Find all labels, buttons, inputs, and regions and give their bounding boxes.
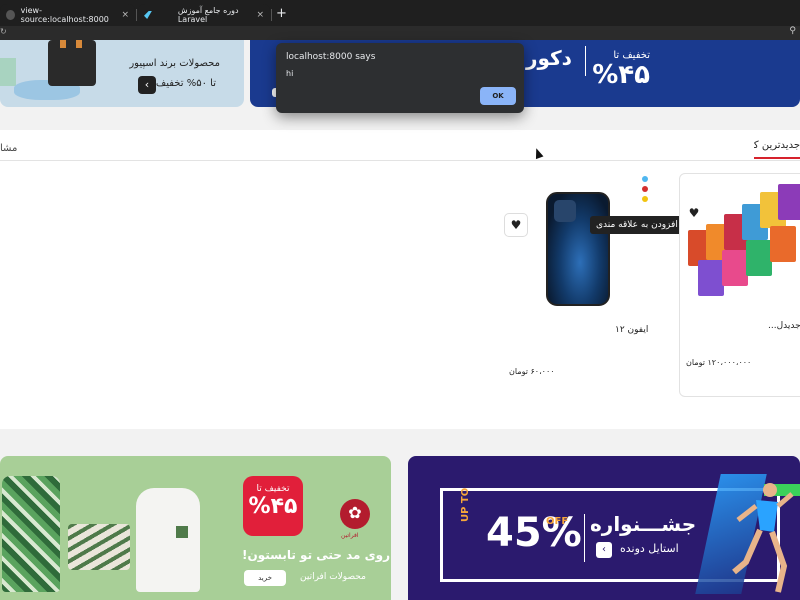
promo-banner-afratin[interactable]: تخفیف تا %۴۵ ✿ افراتین روی مد حتی تو تاب… (0, 456, 391, 600)
backpack-image (48, 40, 96, 86)
brand-logo-text: افراتین (341, 532, 359, 539)
festival-title: جشـــنواره (590, 512, 697, 536)
page-viewport: محصولات برند اسپیور تا ۵۰% تخفیف ‹ دکور … (0, 40, 800, 600)
backpack-strap (60, 40, 66, 48)
product-name[interactable]: ایفون ۱۲ (615, 325, 648, 335)
banner-brand: محصولات افراتین (300, 572, 366, 582)
zoom-icon[interactable]: ⚲ (789, 26, 796, 36)
product-price: ۶۰،۰۰۰ تومان (509, 367, 555, 376)
book-cover (722, 250, 748, 286)
discount-block: تخفیف تا %۴۵ (592, 50, 650, 89)
laravel-favicon-icon (144, 11, 152, 19)
tab-separator (271, 9, 272, 21)
browser-tab-bar: view-source:localhost:8000 × دوره جامع آ… (0, 0, 800, 26)
color-dot-blue[interactable] (642, 176, 648, 182)
banner-divider (584, 514, 585, 562)
maple-leaf-logo-icon: ✿ (340, 499, 370, 529)
banner-subtitle: تا ۵۰% تخفیف (155, 78, 216, 89)
pocket-detail (176, 526, 188, 538)
color-options (642, 176, 650, 206)
tab-title: view-source:localhost:8000 (20, 6, 109, 24)
promo-banner-runner-festival[interactable]: UP TO 45% OFF جشـــنواره استایل دونده ‹ (408, 456, 800, 600)
dress-image (2, 476, 60, 592)
ok-button[interactable]: OK (480, 87, 516, 105)
banner-title: محصولات برند اسپیور (129, 58, 220, 69)
color-dot-yellow[interactable] (642, 196, 648, 202)
discount-value: %۴۵ (592, 60, 650, 90)
iphone-image (546, 192, 610, 306)
product-card-iphone[interactable]: ♥ افزودن به علاقه مندی ایفون ۱۲ ۶۰،۰۰۰ ت… (503, 176, 684, 402)
books-image (688, 184, 800, 296)
tank-top-image (136, 488, 200, 592)
festival-subtitle: استایل دونده (620, 542, 679, 555)
alert-message: hi (286, 69, 294, 78)
banner-divider (585, 46, 586, 76)
browser-tab-laravel[interactable]: دوره جامع آموزش Laravel × (138, 4, 270, 26)
book-cover (698, 260, 724, 296)
alert-title: localhost:8000 says (286, 52, 376, 62)
heart-icon[interactable]: ♥ (682, 202, 706, 226)
discount-label: تخفیف تا (256, 484, 290, 494)
shorts-image (68, 524, 130, 570)
product-box-image (0, 58, 16, 86)
close-icon[interactable]: × (256, 10, 264, 20)
tab-title: دوره جامع آموزش Laravel (177, 6, 239, 24)
buy-button[interactable]: خرید (244, 570, 286, 586)
product-name[interactable]: جدیدل... (768, 321, 800, 331)
up-to-label: UP TO (460, 487, 471, 522)
banner-slogan: روی مد حتی تو تابستون! (242, 548, 391, 562)
wishlist-tooltip: افزودن به علاقه مندی (590, 216, 684, 234)
discount-value: %۴۵ (248, 494, 298, 519)
discount-badge: تخفیف تا %۴۵ (243, 476, 303, 536)
globe-icon (6, 10, 15, 20)
book-cover (746, 240, 772, 276)
tab-other[interactable]: مشا (0, 143, 17, 154)
product-price: ۱۲۰،۰۰۰،۰۰۰ تومان (686, 358, 752, 367)
alert-dialog: localhost:8000 says hi OK (276, 43, 524, 113)
chevron-left-icon[interactable]: ‹ (138, 76, 156, 94)
address-bar[interactable]: ↻ ⚲ (0, 26, 800, 40)
browser-tab-view-source[interactable]: view-source:localhost:8000 × (0, 4, 135, 26)
book-cover (778, 184, 800, 220)
new-tab-button[interactable]: + (276, 6, 287, 21)
tab-underline (0, 160, 800, 161)
off-label: OFF (546, 516, 569, 527)
tab-newest-products[interactable]: جدیدترین کالاها (754, 140, 800, 159)
promo-banner-aspeyor[interactable]: محصولات برند اسپیور تا ۵۰% تخفیف ‹ (0, 40, 244, 107)
banner-title: دکور (526, 46, 572, 70)
chevron-left-icon[interactable]: ‹ (596, 542, 612, 558)
book-cover (770, 226, 796, 262)
product-card-books[interactable]: ♥ جدیدل... ۱۲۰،۰۰۰،۰۰۰ تومان (679, 173, 800, 397)
camera-module (554, 200, 576, 222)
products-section: مشا جدیدترین کالاها ♥ افزودن به علاقه من… (0, 130, 800, 429)
runner-image (732, 483, 794, 593)
close-icon[interactable]: × (121, 10, 129, 20)
backpack-strap (76, 40, 82, 48)
reload-icon[interactable]: ↻ (0, 27, 7, 36)
tab-separator (136, 9, 137, 21)
heart-icon[interactable]: ♥ (504, 213, 528, 237)
color-dot-red[interactable] (642, 186, 648, 192)
